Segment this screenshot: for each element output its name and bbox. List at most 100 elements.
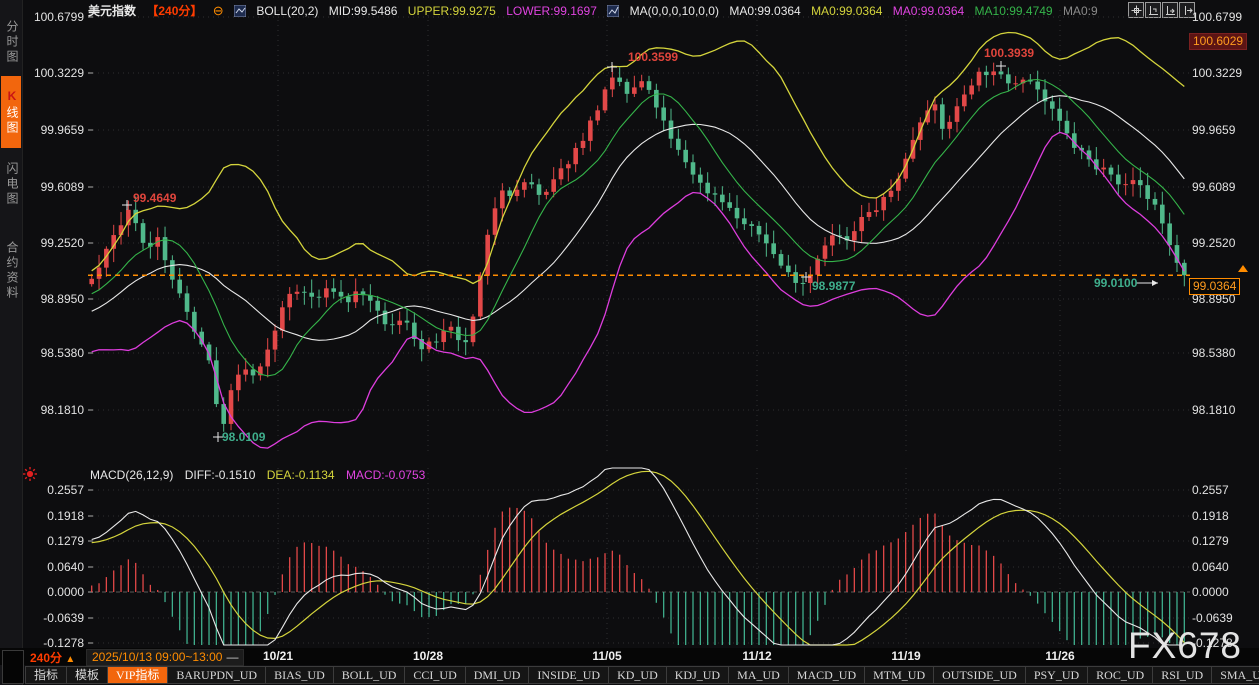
toolbar-item-outside_ud[interactable]: OUTSIDE_UD <box>934 666 1026 684</box>
period-label: 【240分】 <box>146 4 202 18</box>
y-tick-label: 99.2520 <box>20 237 84 250</box>
macd-diff-value: DIFF:-0.1510 <box>185 468 256 482</box>
y-tick-label: 99.9659 <box>20 124 84 137</box>
sidebar-item-3[interactable]: 闪电图 <box>1 148 21 220</box>
price-annotation: 99.4649 <box>133 191 176 205</box>
session-high-badge: 100.6029 <box>1189 33 1247 50</box>
toolbar-item-psy_ud[interactable]: PSY_UD <box>1026 666 1088 684</box>
ma0-gray-value: MA0:9 <box>1063 4 1098 18</box>
toolbar-item-vip[interactable]: VIP指标 <box>108 666 168 684</box>
macd-tick-label: 0.2557 <box>20 484 84 497</box>
date-range-box[interactable]: 2025/10/13 09:00~13:00— <box>86 649 244 666</box>
macd-header: MACD(26,12,9) DIFF:-0.1510 DEA:-0.1134 M… <box>90 468 433 482</box>
toolbar-item-macd_ud[interactable]: MACD_UD <box>789 666 865 684</box>
macd-tick-label: -0.0639 <box>20 612 84 625</box>
price-annotation: 100.3939 <box>984 46 1034 60</box>
toolbar-item-kdj_ud[interactable]: KDJ_UD <box>667 666 729 684</box>
macd-tick-label: -0.0639 <box>1192 612 1233 625</box>
y-tick-label: 99.6089 <box>1192 181 1235 194</box>
chart-header: 美元指数 【240分】 ⊖ BOLL(20,2) MID:99.5486 UPP… <box>88 2 1105 17</box>
macd-chart[interactable] <box>88 462 1190 648</box>
price-annotation: 99.0100 <box>1094 276 1137 290</box>
date-tick-label: 10/28 <box>413 649 443 663</box>
sidebar-item-2[interactable]: K线图 <box>1 76 21 148</box>
y-tick-label: 98.5380 <box>20 347 84 360</box>
y-tick-label: 98.8950 <box>20 293 84 306</box>
corner-resize-box[interactable] <box>2 650 24 684</box>
toolbar-item-bias_ud[interactable]: BIAS_UD <box>266 666 334 684</box>
ma0-yellow-value: MA0:99.0364 <box>811 4 882 18</box>
ma-indicator-icon[interactable] <box>607 5 619 17</box>
date-tick-label: 11/19 <box>891 649 920 663</box>
ma10-value: MA10:99.4749 <box>975 4 1053 18</box>
toolbar-item-mtm_ud[interactable]: MTM_UD <box>865 666 934 684</box>
y-tick-label: 99.6089 <box>20 181 84 194</box>
y-tick-label: 98.5380 <box>1192 347 1235 360</box>
toolbar-item-[interactable]: 指标 <box>25 666 67 684</box>
boll-lower-value: LOWER:99.1697 <box>506 4 597 18</box>
date-tick-label: 11/05 <box>592 649 621 663</box>
macd-tick-label: 0.1279 <box>1192 535 1229 548</box>
date-tick-label: 10/21 <box>263 649 293 663</box>
y-tick-label: 98.1810 <box>1192 404 1235 417</box>
macd-name: MACD(26,12,9) <box>90 468 173 482</box>
toolbar-item-kd_ud[interactable]: KD_UD <box>609 666 667 684</box>
boll-upper-value: UPPER:99.9275 <box>408 4 496 18</box>
toolbar-item-cci_ud[interactable]: CCI_UD <box>405 666 465 684</box>
price-annotation: 98.9877 <box>812 279 855 293</box>
toolbar-item-inside_ud[interactable]: INSIDE_UD <box>529 666 609 684</box>
macd-panel-area[interactable] <box>88 462 1190 648</box>
toolbar-item-dmi_ud[interactable]: DMI_UD <box>466 666 530 684</box>
y-tick-label: 100.6799 <box>1192 11 1242 24</box>
boll-indicator-icon[interactable] <box>234 5 246 17</box>
macd-tick-label: 0.0000 <box>1192 586 1229 599</box>
y-tick-label: 100.6799 <box>20 11 84 24</box>
y-tick-label: 100.3229 <box>1192 67 1242 80</box>
macd-tick-label: 0.1918 <box>1192 510 1229 523</box>
toolbar-item-barupdn_ud[interactable]: BARUPDN_UD <box>168 666 266 684</box>
y-tick-label: 98.1810 <box>20 404 84 417</box>
main-chart-area[interactable] <box>88 0 1190 462</box>
toolbar-item-roc_ud[interactable]: ROC_UD <box>1088 666 1153 684</box>
price-annotation: 100.3599 <box>628 50 678 64</box>
toolbar-item-boll_ud[interactable]: BOLL_UD <box>334 666 406 684</box>
boll-label: BOLL(20,2) <box>256 4 318 18</box>
toolbar-item-ma_ud[interactable]: MA_UD <box>729 666 789 684</box>
date-tick-label: 11/12 <box>742 649 771 663</box>
collapse-icon[interactable]: ⊖ <box>213 3 224 18</box>
macd-tick-label: 0.0640 <box>1192 561 1229 574</box>
price-annotation: 98.0109 <box>222 430 265 444</box>
y-tick-label: 100.3229 <box>20 67 84 80</box>
ma-group-label: MA(0,0,0,10,0,0) <box>630 4 719 18</box>
toolbar-item-sma_ud[interactable]: SMA_UD <box>1212 666 1259 684</box>
ma0-magenta-value: MA0:99.0364 <box>893 4 964 18</box>
candlestick-chart[interactable] <box>88 0 1190 462</box>
macd-tick-label: 0.2557 <box>1192 484 1229 497</box>
macd-tick-label: 0.1918 <box>20 510 84 523</box>
macd-dea-value: DEA:-0.1134 <box>267 468 335 482</box>
y-tick-label: 99.2520 <box>1192 237 1235 250</box>
range-dash: — <box>226 650 238 664</box>
date-tick-label: 11/26 <box>1045 649 1074 663</box>
chart-application: 分时图K线图闪电图合约资料 美元指数 【240分】 ⊖ BOLL(20,2) M… <box>0 0 1259 685</box>
toolbar-item-rsi_ud[interactable]: RSI_UD <box>1153 666 1212 684</box>
x-axis-row: 240分 ▲ 2025/10/13 09:00~13:00— 10/21 10/2… <box>0 648 1259 665</box>
macd-tick-label: 0.0640 <box>20 561 84 574</box>
macd-macd-value: MACD:-0.0753 <box>346 468 425 482</box>
footer-period-label[interactable]: 240分 ▲ <box>30 649 75 666</box>
last-price-badge: 99.0364 <box>1189 278 1240 295</box>
sidebar-item-4[interactable]: 合约资料 <box>1 224 21 318</box>
left-sidebar: 分时图K线图闪电图合约资料 <box>0 0 23 685</box>
indicator-toolbar: 指标模板VIP指标BARUPDN_UDBIAS_UDBOLL_UDCCI_UDD… <box>25 666 1259 684</box>
period-up-arrow-icon: ▲ <box>65 654 75 665</box>
y-tick-label: 99.9659 <box>1192 124 1235 137</box>
symbol-title: 美元指数 <box>88 4 136 18</box>
macd-alert-icon[interactable] <box>22 466 38 482</box>
macd-tick-label: 0.0000 <box>20 586 84 599</box>
sidebar-item-1[interactable]: 分时图 <box>1 6 21 78</box>
boll-mid-value: MID:99.5486 <box>329 4 398 18</box>
price-up-arrow-icon <box>1238 265 1248 272</box>
toolbar-item-[interactable]: 模板 <box>67 666 108 684</box>
macd-tick-label: 0.1279 <box>20 535 84 548</box>
watermark: FX678 <box>1128 625 1242 667</box>
